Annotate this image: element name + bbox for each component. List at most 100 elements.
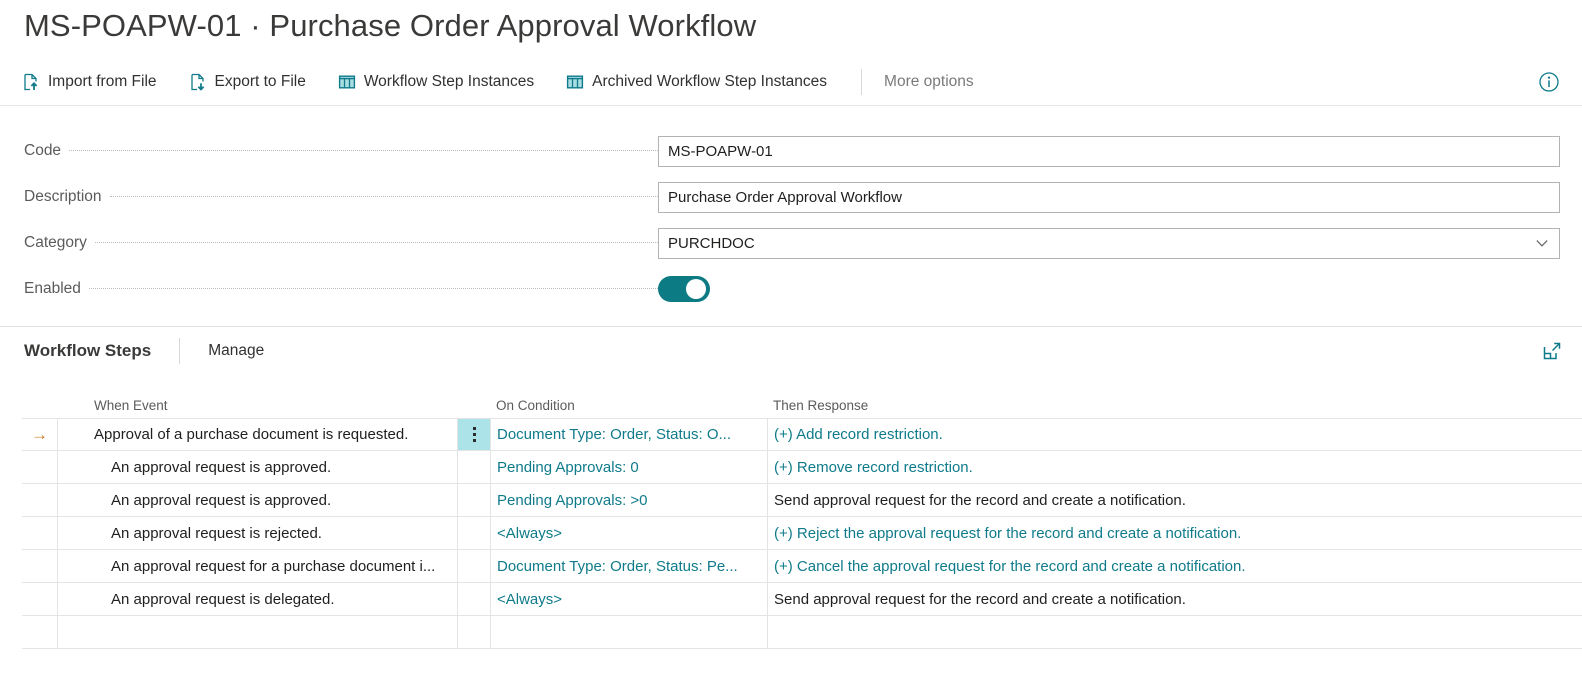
cell-then-response[interactable]: (+) Add record restriction. (768, 419, 1582, 450)
row-selected-arrow-icon: → (22, 419, 58, 450)
cell-when-event[interactable] (58, 616, 458, 648)
row-indicator (22, 550, 58, 582)
category-control (658, 228, 1560, 259)
archived-workflow-step-instances-label: Archived Workflow Step Instances (592, 73, 827, 91)
grid-header-on-condition: On Condition (491, 398, 768, 413)
leader-dots (89, 288, 658, 289)
cell-when-event[interactable]: An approval request for a purchase docum… (58, 550, 458, 582)
page-title: MS-POAPW-01 · Purchase Order Approval Wo… (24, 8, 1582, 44)
cell-on-condition[interactable]: Pending Approvals: >0 (491, 484, 768, 516)
table-grid-icon (566, 73, 584, 91)
grid-header-when-event: When Event (58, 398, 458, 413)
workflow-steps-header: Workflow Steps Manage (0, 326, 1582, 374)
row-actions-kebab-icon[interactable] (458, 419, 491, 450)
cell-on-condition[interactable]: <Always> (491, 583, 768, 615)
row-actions-kebab-icon[interactable] (458, 484, 491, 516)
field-row-description: Description (24, 174, 1560, 220)
table-row[interactable]: An approval request is delegated. <Always… (22, 583, 1582, 616)
grid-header-then-response: Then Response (768, 398, 1582, 413)
cell-on-condition[interactable]: <Always> (491, 517, 768, 549)
cell-then-response[interactable]: (+) Reject the approval request for the … (768, 517, 1582, 549)
archived-workflow-step-instances-button[interactable]: Archived Workflow Step Instances (566, 65, 837, 99)
cell-on-condition[interactable]: Document Type: Order, Status: Pe... (491, 550, 768, 582)
row-actions-kebab-icon[interactable] (458, 517, 491, 549)
cell-on-condition[interactable]: Document Type: Order, Status: O... (491, 419, 768, 450)
row-indicator (22, 484, 58, 516)
row-actions-kebab-icon[interactable] (458, 583, 491, 615)
code-label: Code (24, 142, 69, 160)
cell-then-response[interactable]: (+) Remove record restriction. (768, 451, 1582, 483)
category-select-wrap (658, 228, 1560, 259)
code-input[interactable] (658, 136, 1560, 167)
workflow-page: MS-POAPW-01 · Purchase Order Approval Wo… (0, 0, 1582, 677)
title-bar: MS-POAPW-01 · Purchase Order Approval Wo… (0, 0, 1582, 58)
cell-then-response[interactable] (768, 616, 1582, 648)
export-file-icon (189, 73, 207, 91)
workflow-steps-grid: When Event On Condition Then Response →A… (0, 388, 1582, 649)
enabled-label: Enabled (24, 280, 89, 298)
cell-when-event[interactable]: An approval request is rejected. (58, 517, 458, 549)
table-row[interactable]: →Approval of a purchase document is requ… (22, 418, 1582, 451)
row-indicator (22, 451, 58, 483)
code-label-wrap: Code (24, 142, 658, 160)
more-options-button[interactable]: More options (884, 65, 984, 99)
export-to-file-button[interactable]: Export to File (189, 65, 316, 99)
table-row[interactable]: An approval request for a purchase docum… (22, 550, 1582, 583)
workflow-form: Code Description Category (0, 106, 1582, 312)
cell-then-response[interactable]: (+) Cancel the approval request for the … (768, 550, 1582, 582)
category-input[interactable] (658, 228, 1560, 259)
cell-then-response[interactable]: Send approval request for the record and… (768, 484, 1582, 516)
row-indicator (22, 517, 58, 549)
workflow-steps-title: Workflow Steps (24, 341, 151, 361)
table-row[interactable]: An approval request is approved. Pending … (22, 451, 1582, 484)
table-row[interactable]: An approval request is rejected. <Always>… (22, 517, 1582, 550)
description-control (658, 182, 1560, 213)
toolbar-divider (861, 69, 862, 95)
grid-body: →Approval of a purchase document is requ… (22, 418, 1582, 649)
field-row-enabled: Enabled (24, 266, 1560, 312)
category-label: Category (24, 234, 95, 252)
import-file-icon (22, 73, 40, 91)
manage-menu-button[interactable]: Manage (208, 342, 264, 360)
row-actions-kebab-icon[interactable] (458, 550, 491, 582)
enabled-label-wrap: Enabled (24, 280, 658, 298)
section-divider (179, 338, 180, 364)
cell-then-response[interactable]: Send approval request for the record and… (768, 583, 1582, 615)
cell-when-event[interactable]: An approval request is delegated. (58, 583, 458, 615)
table-row[interactable]: An approval request is approved. Pending … (22, 484, 1582, 517)
import-from-file-button[interactable]: Import from File (22, 65, 167, 99)
workflow-step-instances-label: Workflow Step Instances (364, 73, 534, 91)
leader-dots (69, 150, 658, 151)
description-input[interactable] (658, 182, 1560, 213)
enabled-control (658, 276, 1560, 302)
row-actions-kebab-icon[interactable] (458, 451, 491, 483)
leader-dots (95, 242, 658, 243)
workflow-step-instances-button[interactable]: Workflow Step Instances (338, 65, 544, 99)
row-indicator (22, 583, 58, 615)
field-row-category: Category (24, 220, 1560, 266)
import-from-file-label: Import from File (48, 73, 157, 91)
row-indicator (22, 616, 58, 648)
grid-header-row: When Event On Condition Then Response (22, 388, 1582, 418)
cell-when-event[interactable]: An approval request is approved. (58, 451, 458, 483)
more-options-label: More options (884, 73, 974, 91)
table-row[interactable] (22, 616, 1582, 649)
description-label-wrap: Description (24, 188, 658, 206)
export-to-file-label: Export to File (215, 73, 306, 91)
field-row-code: Code (24, 128, 1560, 174)
table-grid-icon (338, 73, 356, 91)
code-control (658, 136, 1560, 167)
description-label: Description (24, 188, 110, 206)
cell-when-event[interactable]: An approval request is approved. (58, 484, 458, 516)
open-in-new-window-icon[interactable] (1542, 341, 1562, 361)
cell-on-condition[interactable] (491, 616, 768, 648)
info-circle-icon[interactable] (1538, 71, 1560, 93)
category-label-wrap: Category (24, 234, 658, 252)
leader-dots (110, 196, 658, 197)
toolbar: Import from File Export to File (0, 58, 1582, 106)
toggle-knob (686, 279, 706, 299)
row-actions-kebab-icon[interactable] (458, 616, 491, 648)
cell-on-condition[interactable]: Pending Approvals: 0 (491, 451, 768, 483)
cell-when-event[interactable]: Approval of a purchase document is reque… (58, 419, 458, 450)
enabled-toggle[interactable] (658, 276, 710, 302)
